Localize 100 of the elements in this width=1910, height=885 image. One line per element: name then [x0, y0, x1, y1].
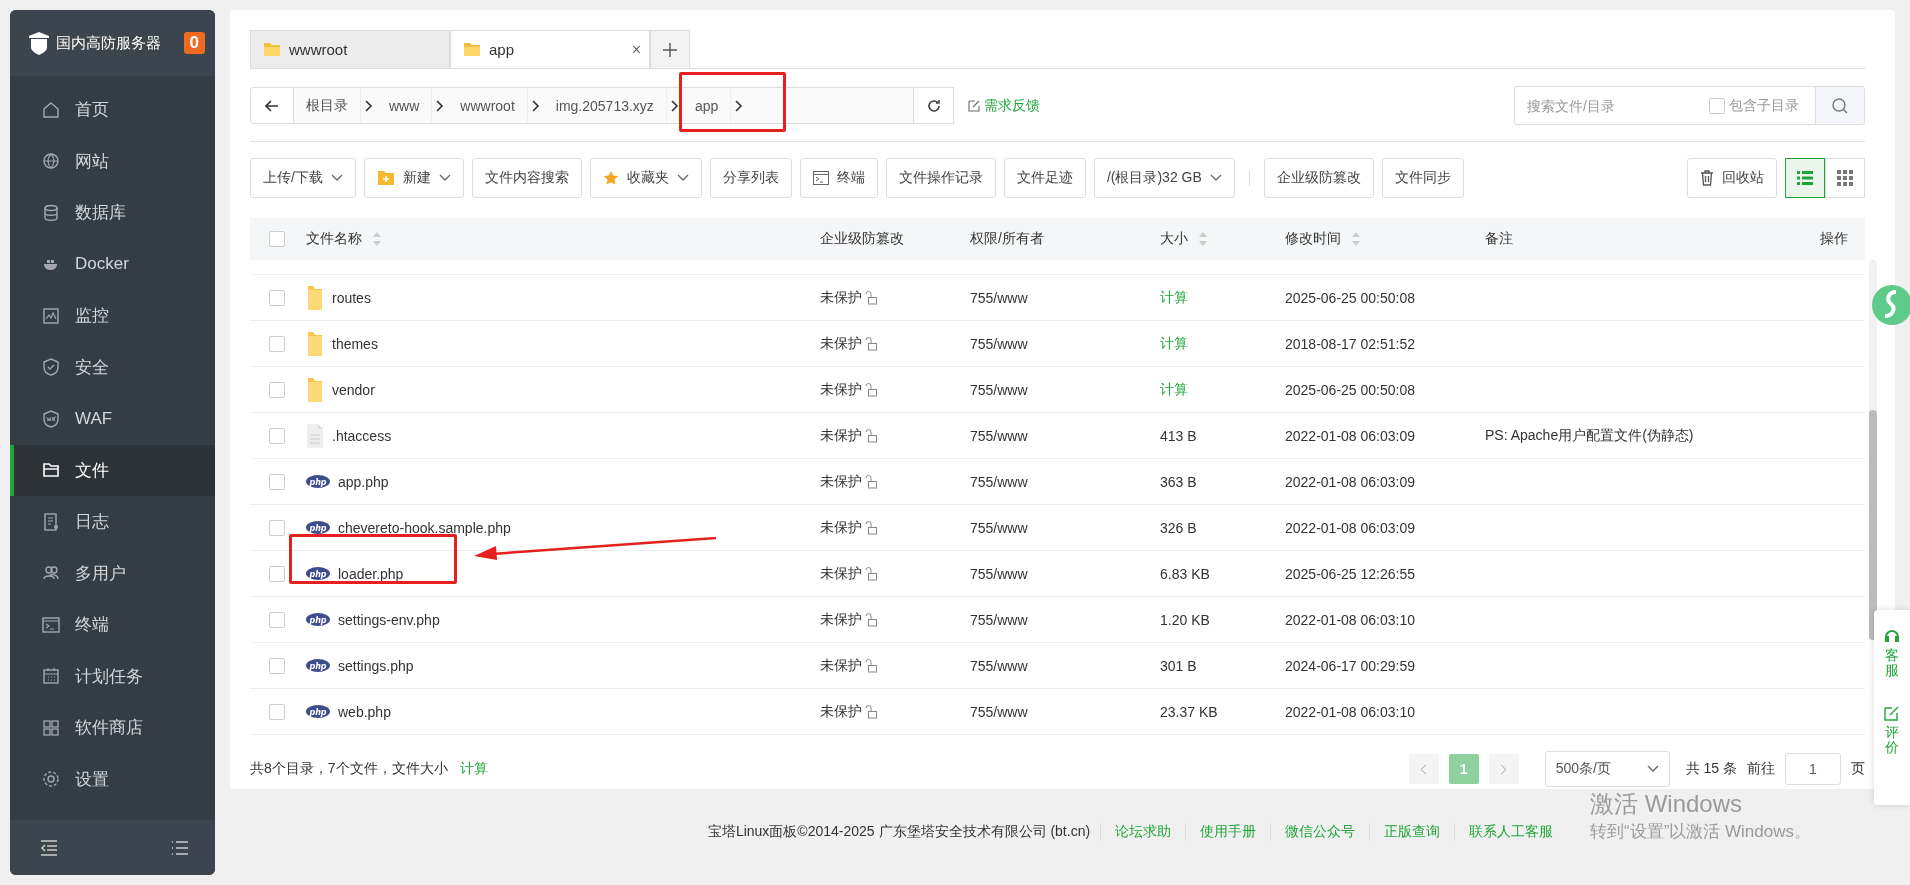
toolbar-button[interactable]: 分享列表 [709, 158, 792, 198]
column-header[interactable]: 文件名称 [306, 230, 362, 248]
sidebar-item[interactable]: 设置 [10, 753, 215, 805]
sort-icon[interactable] [372, 231, 382, 247]
toolbar-button[interactable]: 企业级防篡改 [1263, 158, 1374, 198]
sidebar-item[interactable]: 软件商店 [10, 702, 215, 754]
unlock-icon[interactable] [864, 704, 878, 719]
sidebar-item[interactable]: 终端 [10, 599, 215, 651]
unlock-icon[interactable] [864, 612, 878, 627]
path-segment[interactable]: app [682, 88, 732, 123]
protection-status: 未保护 [820, 472, 862, 491]
unlock-icon[interactable] [864, 336, 878, 351]
prev-page-button[interactable] [1408, 754, 1439, 784]
refresh-button[interactable] [914, 87, 954, 124]
row-checkbox[interactable] [269, 289, 285, 306]
trash-icon [1700, 170, 1714, 186]
unlock-icon[interactable] [864, 428, 878, 443]
path-segment[interactable]: img.205713.xyz [543, 88, 667, 123]
page-unit: 页 [1851, 760, 1865, 778]
path-segment[interactable]: 根目录 [294, 88, 361, 123]
unlock-icon[interactable] [864, 382, 878, 397]
file-name[interactable]: settings-env.php [338, 611, 440, 628]
activation-title: 激活 Windows [1590, 789, 1744, 819]
sidebar-item[interactable]: 计划任务 [10, 650, 215, 702]
menu-icon[interactable] [171, 840, 189, 855]
path-segment[interactable]: wwwroot [448, 88, 528, 123]
unlock-icon[interactable] [864, 520, 878, 535]
sidebar-item[interactable]: 网站 [10, 135, 215, 187]
sidebar-item[interactable]: 多用户 [10, 547, 215, 599]
next-page-button[interactable] [1488, 754, 1519, 784]
file-name[interactable]: .htaccess [332, 427, 392, 444]
file-name[interactable]: loader.php [338, 565, 404, 582]
shield-icon [41, 357, 61, 378]
row-checkbox[interactable] [269, 335, 285, 352]
unlock-icon[interactable] [864, 474, 878, 489]
chevron-right-icon [365, 99, 373, 112]
file-name[interactable]: routes [332, 289, 371, 306]
folder-tab[interactable]: wwwroot [250, 30, 450, 68]
grid-icon [1837, 170, 1853, 186]
row-checkbox[interactable] [269, 657, 285, 674]
size-cell-text: 363 B [1160, 473, 1198, 490]
row-checkbox[interactable] [269, 519, 285, 536]
favorites-button[interactable]: 收藏夹 [589, 158, 702, 198]
file-name[interactable]: vendor [332, 381, 375, 398]
php-icon: php [306, 705, 330, 718]
unlock-icon[interactable] [864, 658, 878, 673]
search-button[interactable] [1815, 86, 1865, 125]
select-all-checkbox[interactable] [269, 231, 285, 247]
total-count: 共 15 条 [1685, 760, 1737, 778]
row-checkbox[interactable] [269, 565, 285, 582]
add-tab-button[interactable] [650, 30, 690, 68]
column-header[interactable]: 大小 [1160, 230, 1188, 248]
back-button[interactable] [250, 87, 294, 124]
row-checkbox[interactable] [269, 381, 285, 398]
collapse-icon[interactable] [40, 839, 58, 856]
row-checkbox[interactable] [269, 473, 285, 490]
dropdown-button[interactable]: /(根目录)32 GB [1093, 158, 1235, 198]
row-checkbox[interactable] [269, 611, 285, 628]
protection-status: 未保护 [820, 702, 862, 721]
sort-icon[interactable] [1198, 231, 1208, 247]
column-header[interactable]: 修改时间 [1285, 230, 1341, 248]
toolbar-button[interactable]: 文件内容搜索 [471, 158, 582, 198]
toolbar-button[interactable]: 文件操作记录 [885, 158, 996, 198]
sidebar-item[interactable]: WAF [10, 393, 215, 445]
page-size-dropdown[interactable]: 500条/页 [1544, 751, 1670, 787]
sidebar-item[interactable]: Docker [10, 238, 215, 290]
sidebar-item[interactable]: 日志 [10, 496, 215, 548]
folder-tab[interactable]: app × [450, 30, 650, 68]
file-name[interactable]: themes [332, 335, 378, 352]
checkbox[interactable] [1709, 97, 1725, 114]
grid-view-button[interactable] [1825, 158, 1865, 198]
file-name[interactable]: chevereto-hook.sample.php [338, 519, 511, 536]
file-name[interactable]: settings.php [338, 657, 414, 674]
toolbar-button[interactable]: 文件同步 [1381, 158, 1464, 198]
sidebar-item[interactable]: 数据库 [10, 187, 215, 239]
new-button[interactable]: 新建 [363, 158, 464, 198]
close-icon[interactable]: × [631, 40, 641, 59]
file-name[interactable]: web.php [338, 703, 391, 720]
unlock-icon[interactable] [864, 566, 878, 581]
sidebar-item[interactable]: 安全 [10, 341, 215, 393]
toolbar-button[interactable]: 文件足迹 [1003, 158, 1086, 198]
unlock-icon[interactable] [864, 290, 878, 305]
recycle-bin-button[interactable]: 回收站 [1687, 158, 1777, 198]
row-checkbox[interactable] [269, 703, 285, 720]
file-name[interactable]: app.php [338, 473, 389, 490]
swirl-logo-icon[interactable] [1870, 283, 1910, 327]
search-field[interactable]: 搜索文件/目录 [1514, 86, 1709, 125]
row-checkbox[interactable] [269, 427, 285, 444]
note-cell-text: PS: Apache用户配置文件(伪静态) [1485, 426, 1695, 445]
sort-icon[interactable] [1351, 231, 1361, 247]
list-view-button[interactable] [1785, 158, 1825, 198]
path-segment[interactable]: www [377, 88, 433, 123]
scrollbar[interactable] [1869, 260, 1877, 640]
sidebar-item[interactable]: 监控 [10, 290, 215, 342]
sidebar-item[interactable]: 首页 [10, 84, 215, 136]
dropdown-button[interactable]: 上传/下载 [250, 158, 356, 198]
sidebar-item[interactable]: 文件 [10, 444, 215, 496]
terminal-icon [812, 171, 829, 185]
terminal-button[interactable]: 终端 [799, 158, 878, 198]
page-input[interactable]: 1 [1785, 753, 1841, 785]
